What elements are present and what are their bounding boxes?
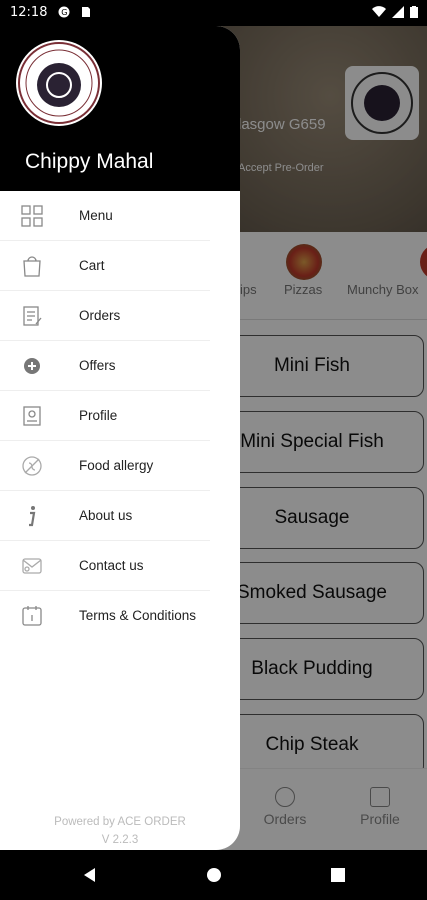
- signal-icon: [392, 6, 404, 18]
- drawer-item-contact-us[interactable]: Contact us: [0, 541, 240, 591]
- drawer-item-label: Menu: [79, 208, 113, 223]
- drawer-item-profile[interactable]: Profile: [0, 391, 240, 441]
- drawer-item-menu[interactable]: Menu: [0, 191, 240, 241]
- sim-icon: [82, 7, 90, 17]
- drawer-item-offers[interactable]: Offers: [0, 341, 240, 391]
- calendar-icon: [22, 606, 42, 626]
- drawer-item-label: Contact us: [79, 558, 144, 573]
- system-navigation-bar: [0, 850, 427, 900]
- recents-icon[interactable]: [328, 865, 348, 885]
- orders-icon: [23, 306, 42, 326]
- home-icon[interactable]: [204, 865, 224, 885]
- offers-icon: [24, 358, 40, 374]
- powered-by: Powered by ACE ORDER: [54, 816, 186, 828]
- drawer-item-label: Terms & Conditions: [79, 608, 197, 623]
- status-time: 12:18: [10, 5, 48, 20]
- drawer-item-label: Cart: [79, 258, 105, 273]
- navigation-drawer: Chippy Mahal Menu Cart Orders Offers Pro…: [0, 26, 240, 850]
- status-bar: 12:18 G: [0, 0, 427, 26]
- google-icon: G: [58, 6, 70, 18]
- brand-logo: [16, 40, 102, 126]
- drawer-item-terms[interactable]: Terms & Conditions: [0, 591, 240, 641]
- drawer-item-label: Profile: [79, 408, 118, 423]
- drawer-item-label: Offers: [79, 358, 116, 373]
- app-version: V 2.2.3: [101, 834, 139, 846]
- drawer-item-about-us[interactable]: About us: [0, 491, 240, 541]
- drawer-item-cart[interactable]: Cart: [0, 241, 240, 291]
- svg-text:G: G: [61, 8, 67, 17]
- contact-icon: [22, 558, 42, 574]
- drawer-header: Chippy Mahal: [0, 26, 240, 191]
- drawer-item-food-allergy[interactable]: Food allergy: [0, 441, 240, 491]
- drawer-item-label: Orders: [79, 308, 121, 323]
- grid-icon: [21, 205, 43, 227]
- back-icon[interactable]: [80, 865, 100, 885]
- drawer-item-orders[interactable]: Orders: [0, 291, 240, 341]
- profile-icon: [23, 406, 41, 426]
- cart-icon: [23, 256, 41, 277]
- allergy-icon: [22, 456, 42, 476]
- drawer-item-label: About us: [79, 508, 133, 523]
- battery-icon: [410, 6, 418, 18]
- info-icon: [29, 506, 36, 527]
- wifi-icon: [372, 6, 386, 18]
- drawer-title: Chippy Mahal: [25, 150, 154, 173]
- drawer-item-label: Food allergy: [79, 458, 154, 473]
